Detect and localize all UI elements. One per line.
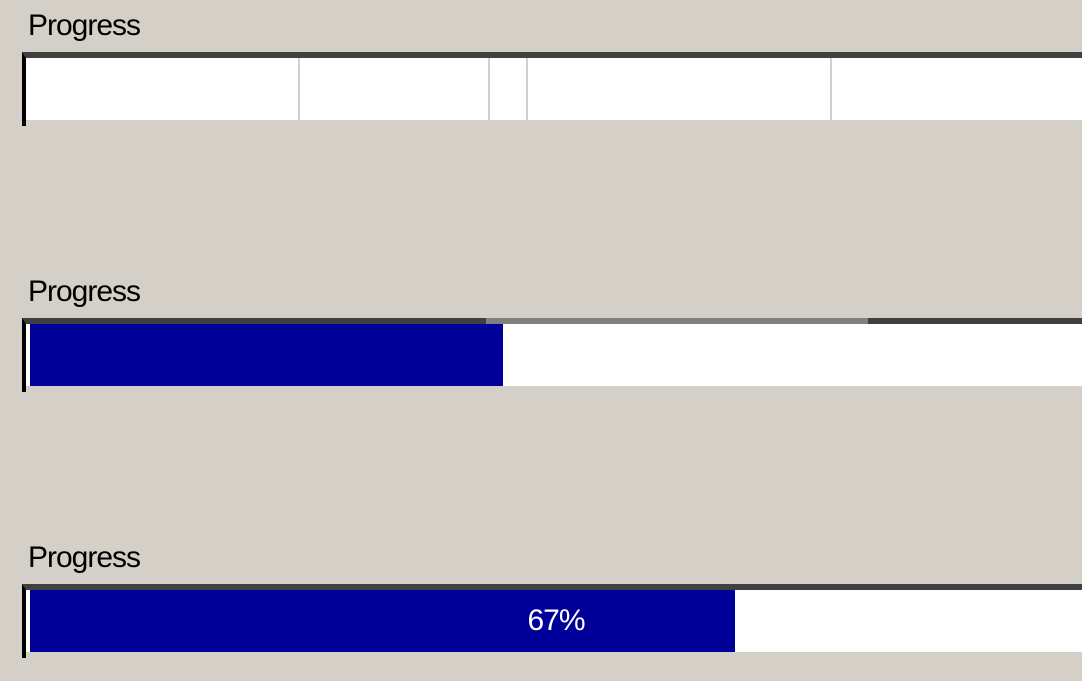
bar-bottom-edge (26, 120, 1082, 126)
bar-bottom-edge (26, 652, 1082, 658)
segment-divider (830, 58, 832, 120)
progress-track-2 (30, 324, 1082, 386)
segment-divider (298, 58, 300, 120)
progress-bar-2 (22, 318, 1082, 392)
progress-fill-2 (30, 324, 503, 386)
progress-bar-3: 67% (22, 584, 1082, 658)
segment-divider (488, 58, 490, 120)
progress-label-2: Progress (28, 275, 141, 308)
progress-percent-text: 67% (527, 604, 585, 637)
progress-track-3: 67% (30, 590, 1082, 652)
segment-divider (526, 58, 528, 120)
bar-bottom-edge (26, 386, 1082, 392)
progress-track-1 (30, 58, 1082, 120)
progress-bar-1 (22, 52, 1082, 126)
progress-label-1: Progress (28, 9, 141, 42)
progress-label-3: Progress (28, 541, 141, 574)
